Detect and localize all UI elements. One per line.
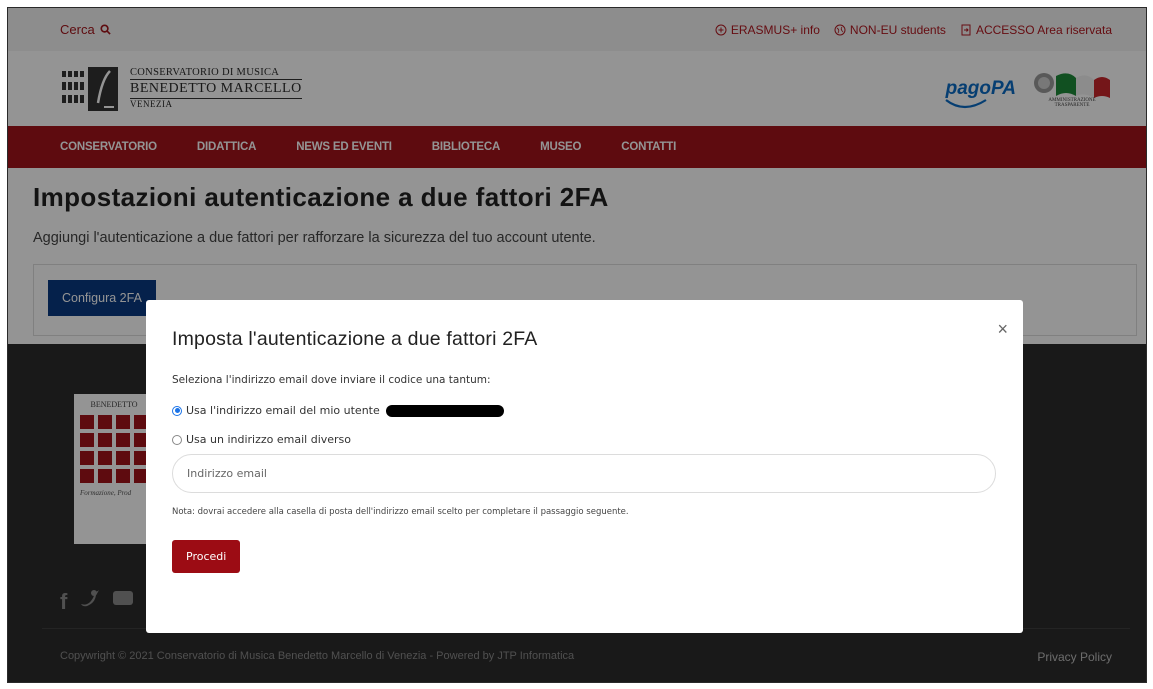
email-choice-prompt: Seleziona l'indirizzo email dove inviare… <box>172 374 491 386</box>
close-icon[interactable]: × <box>997 320 1008 338</box>
radio-user-email[interactable] <box>172 405 182 416</box>
proceed-button[interactable]: Procedi <box>172 540 241 573</box>
email-input[interactable] <box>172 454 996 493</box>
option-user-email[interactable]: Usa l'indirizzo email del mio utente <box>172 404 997 417</box>
option-other-email[interactable]: Usa un indirizzo email diverso <box>172 433 997 446</box>
two-factor-modal: × Imposta l'autenticazione a due fattori… <box>146 300 1023 633</box>
option-other-email-label: Usa un indirizzo email diverso <box>186 433 352 446</box>
radio-other-email[interactable] <box>172 434 182 445</box>
modal-body: Seleziona l'indirizzo email dove inviare… <box>172 374 997 573</box>
modal-title: Imposta l'autenticazione a due fattori 2… <box>172 328 538 350</box>
browser-viewport: Cerca ERASMUS+ info NON-EU students ACCE… <box>7 7 1147 683</box>
redacted-email <box>385 404 504 417</box>
modal-note: Nota: dovrai accedere alla casella di po… <box>172 507 629 517</box>
option-user-email-label: Usa l'indirizzo email del mio utente <box>186 404 380 417</box>
